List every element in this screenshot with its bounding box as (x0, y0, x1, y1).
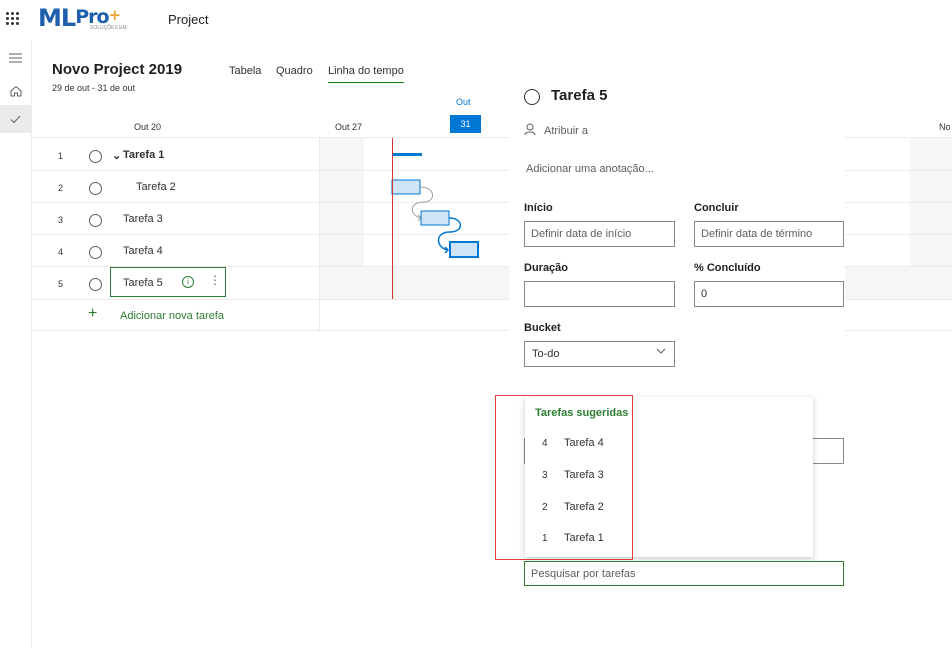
more-icon[interactable]: ⋮ (209, 274, 221, 286)
gantt-bar-tarefa-3 (420, 210, 450, 226)
note-field[interactable]: Adicionar uma anotação... (526, 163, 654, 175)
task-row[interactable]: 1 ⌄ Tarefa 1 (32, 140, 320, 172)
timeline-today: 31 (450, 115, 481, 133)
timeline-week: Out 27 (335, 122, 363, 132)
task-row[interactable]: 2 Tarefa 2 (32, 172, 320, 204)
today-line (392, 138, 393, 299)
tab-linha-do-tempo[interactable]: Linha do tempo (328, 65, 404, 83)
tab-quadro[interactable]: Quadro (276, 65, 313, 77)
complete-circle-icon[interactable] (89, 246, 102, 259)
gantt-bar-tarefa-2 (391, 179, 421, 195)
start-date-field[interactable] (524, 221, 675, 247)
project-dates: 29 de out - 31 de out (52, 83, 136, 93)
chevron-down-icon[interactable]: ⌄ (112, 149, 121, 162)
task-number: 1 (58, 151, 64, 161)
home-icon[interactable] (0, 77, 31, 105)
task-detail-title[interactable]: Tarefa 5 (551, 87, 607, 104)
percent-complete-field[interactable] (694, 281, 844, 307)
highlight-box (495, 395, 633, 560)
add-task-button[interactable]: Adicionar nova tarefa (120, 310, 224, 322)
complete-circle-icon[interactable] (89, 214, 102, 227)
task-number: 5 (58, 279, 64, 289)
project-title: Novo Project 2019 (52, 61, 183, 78)
app-title: Project (168, 12, 209, 27)
logo-subtitle: SOLUÇÕES EM (90, 25, 127, 31)
waffle-icon[interactable] (6, 12, 19, 25)
bucket-label: Bucket (524, 322, 561, 334)
check-icon[interactable] (0, 105, 31, 133)
tab-tabela[interactable]: Tabela (229, 65, 261, 77)
complete-circle-icon[interactable] (524, 89, 540, 105)
complete-circle-icon[interactable] (89, 278, 102, 291)
duration-label: Duração (524, 262, 569, 274)
task-name[interactable]: Tarefa 3 (123, 213, 163, 225)
search-tasks-input[interactable] (524, 561, 844, 586)
info-icon[interactable]: i (182, 276, 194, 288)
task-row[interactable]: 4 Tarefa 4 (32, 236, 320, 268)
task-row[interactable]: 3 Tarefa 3 (32, 204, 320, 236)
end-label: Concluir (694, 202, 739, 214)
task-name[interactable]: Tarefa 4 (123, 245, 163, 257)
timeline-week: Out 20 (134, 122, 162, 132)
complete-circle-icon[interactable] (89, 182, 102, 195)
timeline-week: No (939, 122, 951, 132)
timeline-month: Out (456, 97, 471, 107)
chevron-down-icon[interactable] (656, 346, 666, 356)
gantt-chart (391, 153, 479, 258)
predecessor-field[interactable] (813, 438, 844, 464)
person-icon (524, 123, 536, 136)
gantt-bar-tarefa-4 (449, 241, 479, 258)
percent-label: % Concluído (694, 262, 761, 274)
gantt-summary-bar (392, 153, 422, 156)
complete-circle-icon[interactable] (89, 150, 102, 163)
assign-button[interactable]: Atribuir a (544, 125, 588, 137)
end-date-field[interactable] (694, 221, 844, 247)
duration-field[interactable] (524, 281, 675, 307)
start-label: Início (524, 202, 553, 214)
hamburger-icon[interactable] (0, 44, 31, 72)
plus-icon[interactable]: + (88, 305, 97, 323)
task-number: 2 (58, 183, 64, 193)
task-number: 3 (58, 215, 64, 225)
task-name[interactable]: Tarefa 2 (136, 181, 176, 193)
bucket-select[interactable]: To-do (524, 341, 675, 367)
task-number: 4 (58, 247, 64, 257)
task-name[interactable]: Tarefa 1 (123, 149, 164, 161)
